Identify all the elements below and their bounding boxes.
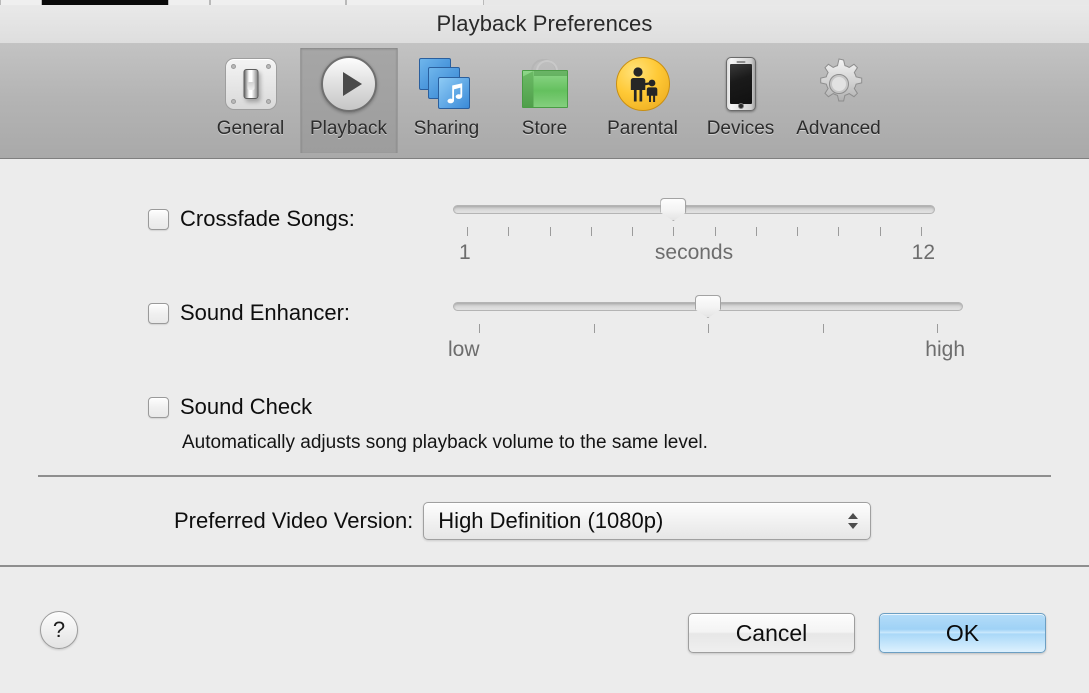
slider-tick [508,227,510,236]
slider-tick [714,227,716,236]
tab-parental[interactable]: Parental [594,48,692,153]
slider-tick [479,324,480,333]
slider-tick [632,227,634,236]
tab-sharing-label: Sharing [413,118,480,139]
tab-store-label: Store [521,118,568,139]
tab-advanced[interactable]: Advanced [790,48,888,153]
preferences-window: Playback Preferences General Playback Sh… [0,0,1089,693]
preferences-toolbar: General Playback Sharing Store Parental … [0,43,1089,159]
preferred-video-version-row: Preferred Video Version: High Definition… [174,502,872,540]
section-divider [38,475,1051,477]
parental-controls-icon [614,55,672,113]
sound-enhancer-min-label: low [448,338,480,361]
tab-parental-label: Parental [607,118,678,139]
slider-tick [797,227,799,236]
preferences-content: Crossfade Songs: 1 seconds 12 Sound Enha… [0,160,1089,565]
music-note-glyph [447,83,462,104]
slider-tick [590,227,592,236]
slider-tick [673,227,675,236]
window-titlebar: Playback Preferences [0,5,1089,43]
slider-tick [755,227,757,236]
ok-button[interactable]: OK [879,613,1046,653]
shared-library-icon [418,55,476,113]
tab-advanced-label: Advanced [796,118,881,139]
slider-tick [879,227,881,236]
sound-check-checkbox[interactable] [148,396,169,418]
adult-and-child-glyph [630,67,657,102]
chevron-updown-icon [848,513,859,529]
sound-enhancer-label: Sound Enhancer: [180,300,351,325]
sound-enhancer-row[interactable]: Sound Enhancer: [148,300,350,326]
tab-general[interactable]: General [202,48,300,153]
crossfade-unit-label: seconds [654,241,734,264]
gear-icon [810,55,868,113]
crossfade-max-label: 12 [911,241,935,264]
slider-tick [549,227,551,236]
slider-tick [467,227,468,236]
preferred-video-version-label: Preferred Video Version: [174,508,414,533]
help-button[interactable]: ? [40,611,78,649]
sound-enhancer-slider-thumb[interactable] [695,295,721,318]
iphone-icon [712,55,770,113]
slider-tick [593,324,595,333]
tab-playback-label: Playback [309,118,388,139]
crossfade-slider-track[interactable] [453,205,935,214]
slider-tick [822,324,824,333]
tab-playback[interactable]: Playback [299,48,398,153]
crossfade-songs-label: Crossfade Songs: [180,206,355,231]
crossfade-songs-checkbox[interactable] [148,208,169,230]
shopping-bag-icon [516,55,574,113]
toggle-switch-icon [222,55,280,113]
tab-store[interactable]: Store [496,48,594,153]
tab-devices[interactable]: Devices [692,48,790,153]
crossfade-min-label: 1 [459,241,471,264]
crossfade-slider-thumb[interactable] [660,198,687,221]
slider-tick [921,227,922,236]
tab-devices-label: Devices [706,118,775,139]
slider-tick [937,324,938,333]
sound-check-description: Automatically adjusts song playback volu… [182,432,708,453]
crossfade-songs-row[interactable]: Crossfade Songs: [148,206,355,232]
play-circle-icon [320,55,378,113]
sound-enhancer-checkbox[interactable] [148,302,169,324]
slider-tick [838,227,840,236]
cancel-button[interactable]: Cancel [688,613,855,653]
window-title: Playback Preferences [436,11,653,36]
tab-general-label: General [216,118,285,139]
preferred-video-version-value: High Definition (1080p) [438,508,664,533]
slider-tick [708,324,709,333]
sound-check-row[interactable]: Sound Check [148,394,312,420]
preferred-video-version-select[interactable]: High Definition (1080p) [423,502,872,540]
sound-check-label: Sound Check [180,394,313,419]
tab-sharing[interactable]: Sharing [398,48,496,153]
sound-enhancer-max-label: high [925,338,965,361]
gear-glyph [819,58,862,102]
